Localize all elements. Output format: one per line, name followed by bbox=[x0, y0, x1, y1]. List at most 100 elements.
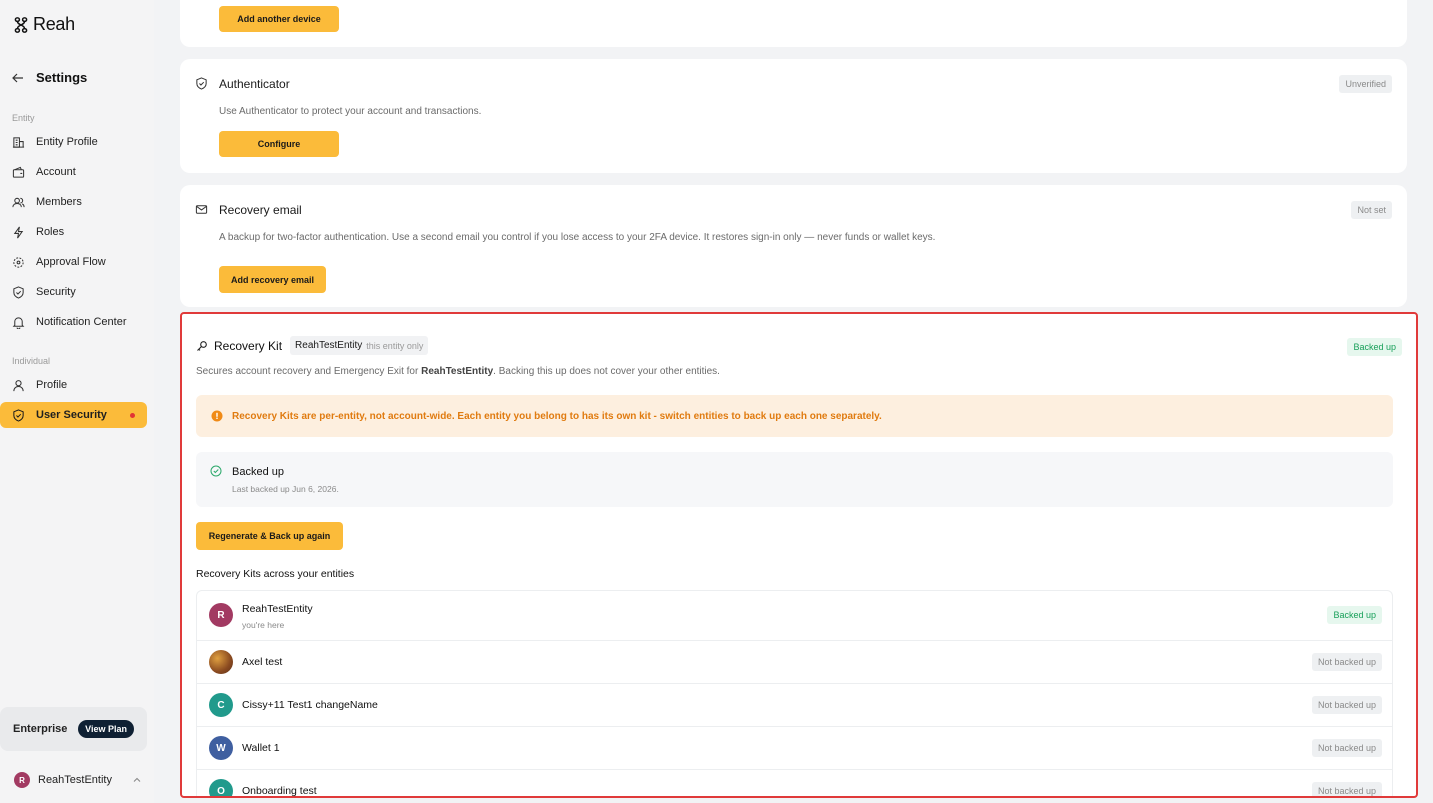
plan-name: Enterprise bbox=[13, 723, 68, 735]
bell-icon bbox=[12, 316, 25, 329]
status-badge: Not set bbox=[1351, 201, 1392, 219]
entity-name: Wallet 1 bbox=[242, 742, 280, 754]
description-suffix: . Backing this up does not cover your ot… bbox=[493, 366, 720, 377]
key-icon bbox=[197, 340, 207, 351]
add-recovery-email-button[interactable]: Add recovery email bbox=[219, 266, 326, 293]
backup-status-title: Backed up bbox=[232, 466, 284, 478]
entity-name: Axel test bbox=[242, 656, 283, 668]
entity-chip-name: ReahTestEntity bbox=[295, 340, 363, 351]
kits-list-heading: Recovery Kits across your entities bbox=[196, 568, 355, 580]
entity-chip-note: this entity only bbox=[366, 340, 424, 351]
status-badge: Not backed up bbox=[1311, 739, 1382, 757]
sidebar-item-profile[interactable]: Profile bbox=[0, 372, 147, 398]
sidebar-item-label: Approval Flow bbox=[36, 256, 106, 268]
card-description: Secures account recovery and Emergency E… bbox=[196, 366, 720, 377]
entity-section-label: Entity bbox=[12, 113, 35, 123]
sidebar-item-label: Roles bbox=[36, 226, 65, 238]
card-title: Recovery Kit bbox=[214, 338, 283, 353]
avatar: R bbox=[209, 603, 233, 627]
warning-icon bbox=[211, 410, 223, 422]
warning-text: Recovery Kits are per-entity, not accoun… bbox=[232, 410, 882, 422]
card-title: Authenticator bbox=[219, 77, 290, 91]
building-icon bbox=[12, 136, 25, 148]
shield-icon bbox=[13, 285, 24, 299]
recovery-kit-header: Recovery Kit ReahTestEntity this entity … bbox=[196, 336, 429, 355]
regenerate-backup-button[interactable]: Regenerate & Back up again bbox=[196, 522, 343, 550]
plan-box: Enterprise View Plan bbox=[0, 707, 147, 751]
avatar: O bbox=[209, 779, 233, 796]
status-badge: Not backed up bbox=[1311, 782, 1382, 796]
avatar: W bbox=[209, 736, 233, 760]
avatar: C bbox=[209, 693, 233, 717]
shield-icon bbox=[13, 408, 24, 422]
status-badge: Backed up bbox=[1347, 338, 1402, 356]
chevron-up-icon bbox=[133, 777, 141, 782]
entity-subtext: you're here bbox=[242, 620, 285, 630]
sidebar-item-label: Profile bbox=[36, 379, 68, 391]
device-card: Add another device bbox=[180, 0, 1407, 47]
person-icon bbox=[13, 379, 24, 391]
sidebar-item-label: Account bbox=[36, 166, 76, 178]
entity-chip: ReahTestEntity this entity only bbox=[290, 336, 429, 355]
entity-name: Cissy+11 Test1 changeName bbox=[242, 699, 378, 711]
card-description: A backup for two-factor authentication. … bbox=[219, 232, 936, 243]
sidebar-item-label: Entity Profile bbox=[36, 136, 98, 148]
card-title: Recovery email bbox=[219, 203, 302, 217]
list-item[interactable]: Axel test Not backed up bbox=[197, 641, 1392, 684]
sidebar-item-approval-flow[interactable]: Approval Flow bbox=[0, 249, 147, 275]
list-item[interactable]: W Wallet 1 Not backed up bbox=[197, 727, 1392, 770]
sidebar-item-label: Members bbox=[36, 196, 82, 208]
bolt-icon bbox=[13, 226, 24, 238]
list-item[interactable]: O Onboarding test Not backed up bbox=[197, 770, 1392, 797]
status-badge: Backed up bbox=[1327, 606, 1382, 624]
app-logo[interactable]: Reah bbox=[12, 14, 75, 35]
members-icon bbox=[12, 197, 25, 207]
sidebar-item-members[interactable]: Members bbox=[0, 189, 147, 215]
wallet-icon bbox=[12, 166, 25, 178]
sidebar-item-security[interactable]: Security bbox=[0, 279, 147, 305]
flow-icon bbox=[13, 256, 24, 268]
sidebar-item-roles[interactable]: Roles bbox=[0, 219, 147, 245]
status-badge: Unverified bbox=[1339, 75, 1392, 93]
logo-text: Reah bbox=[33, 14, 75, 34]
backup-status-subtitle: Last backed up Jun 6, 2026. bbox=[232, 484, 339, 494]
list-item[interactable]: R ReahTestEntity you're here Backed up bbox=[197, 591, 1392, 641]
settings-title: Settings bbox=[36, 70, 88, 85]
status-badge: Not backed up bbox=[1311, 696, 1382, 714]
entity-kits-list: R ReahTestEntity you're here Backed up A… bbox=[196, 590, 1393, 797]
recovery-kit-card: Recovery Kit ReahTestEntity this entity … bbox=[180, 312, 1418, 798]
back-arrow-icon[interactable] bbox=[12, 72, 24, 84]
sidebar-item-entity-profile[interactable]: Entity Profile bbox=[0, 129, 147, 155]
sidebar-item-label: Notification Center bbox=[36, 316, 127, 328]
entity-switcher[interactable]: R ReahTestEntity bbox=[14, 772, 142, 788]
backup-status-panel: Backed up Last backed up Jun 6, 2026. bbox=[196, 452, 1393, 507]
card-description: Use Authenticator to protect your accoun… bbox=[219, 106, 482, 117]
sidebar-item-account[interactable]: Account bbox=[0, 159, 147, 185]
status-badge: Not backed up bbox=[1311, 653, 1382, 671]
recovery-email-card: Recovery email Not set A backup for two-… bbox=[180, 185, 1407, 307]
add-another-device-button[interactable]: Add another device bbox=[219, 6, 339, 32]
mail-icon bbox=[195, 205, 208, 214]
sidebar-item-label: User Security bbox=[36, 409, 107, 421]
entity-name: ReahTestEntity bbox=[242, 603, 313, 615]
alert-dot bbox=[130, 413, 135, 418]
sidebar-item-label: Security bbox=[36, 286, 76, 298]
sidebar-item-user-security[interactable]: User Security bbox=[0, 402, 147, 428]
check-circle-icon bbox=[210, 465, 222, 477]
sidebar: Reah Settings Entity Entity Profile Acco… bbox=[0, 0, 154, 803]
description-entity: ReahTestEntity bbox=[421, 366, 494, 377]
reah-logo-icon bbox=[14, 16, 28, 33]
list-item[interactable]: C Cissy+11 Test1 changeName Not backed u… bbox=[197, 684, 1392, 727]
description-prefix: Secures account recovery and Emergency E… bbox=[196, 366, 422, 377]
avatar bbox=[209, 650, 233, 674]
entity-name: Onboarding test bbox=[242, 785, 317, 797]
avatar: R bbox=[14, 772, 30, 788]
individual-section-label: Individual bbox=[12, 356, 51, 366]
warning-banner: Recovery Kits are per-entity, not accoun… bbox=[196, 395, 1393, 437]
configure-button[interactable]: Configure bbox=[219, 131, 339, 157]
sidebar-item-notification-center[interactable]: Notification Center bbox=[0, 309, 147, 335]
settings-header: Settings bbox=[12, 70, 87, 85]
authenticator-card: Authenticator Unverified Use Authenticat… bbox=[180, 59, 1407, 173]
view-plan-button[interactable]: View Plan bbox=[78, 720, 134, 738]
shield-icon bbox=[196, 77, 207, 90]
